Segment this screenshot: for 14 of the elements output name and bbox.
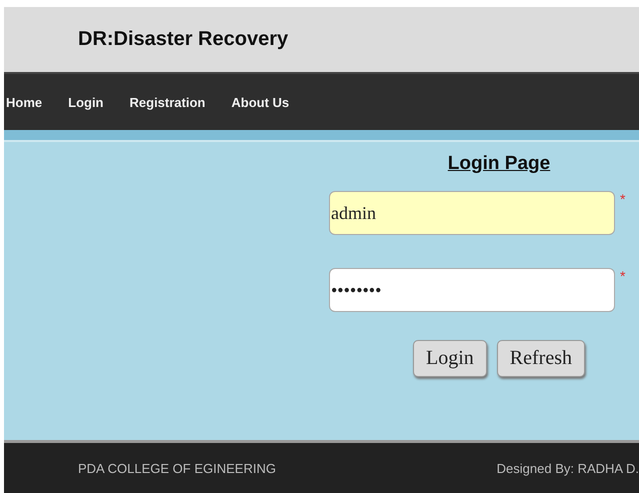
nav-link[interactable]: Home xyxy=(6,94,42,110)
required-mark: * xyxy=(620,268,626,284)
form-button[interactable]: Login xyxy=(413,340,487,377)
nav-link[interactable]: About Us xyxy=(231,94,290,110)
username-field[interactable]: admin xyxy=(329,191,615,235)
footer-credit: Designed By: RADHA D. xyxy=(496,460,639,476)
footer-college: PDA COLLEGE OF EGINEERING xyxy=(78,460,276,476)
form-button[interactable]: Refresh xyxy=(496,340,585,377)
site-title: DR:Disaster Recovery xyxy=(78,28,288,51)
password-field[interactable]: •••••••• xyxy=(329,268,615,312)
nav-link[interactable]: Login xyxy=(68,94,104,110)
nav-link[interactable]: Registration xyxy=(130,94,206,110)
form-heading: Login Page xyxy=(448,153,550,175)
required-mark: * xyxy=(620,191,626,207)
